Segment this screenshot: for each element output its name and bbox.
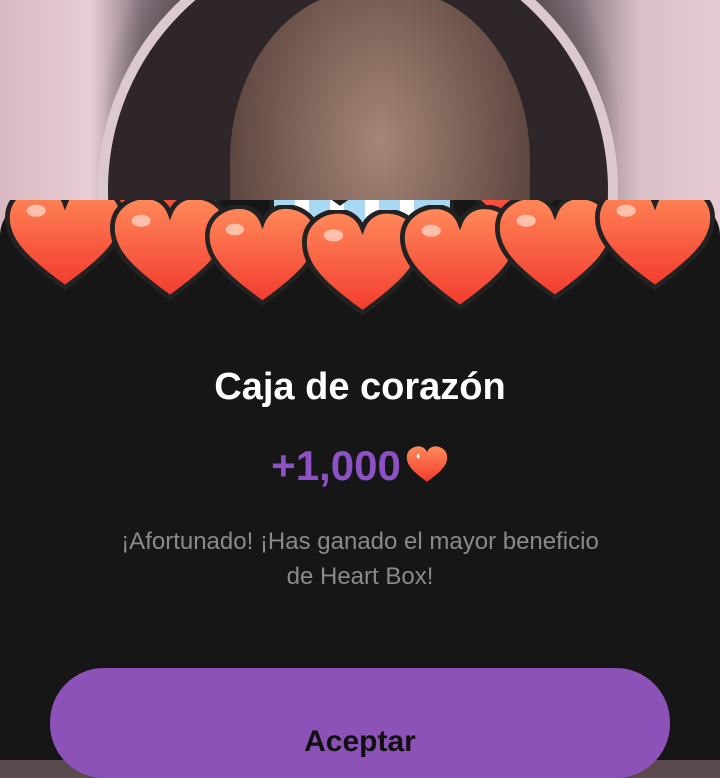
heart-box-dialog: Caja de corazón +1,000 ¡Afortunado! ¡Has… xyxy=(0,200,720,778)
accept-button-label: Aceptar xyxy=(304,725,416,758)
dialog-title: Caja de corazón xyxy=(214,366,506,408)
reward-amount-row: +1,000 xyxy=(0,442,720,496)
dialog-message: ¡Afortunado! ¡Has ganado el mayor benefi… xyxy=(121,528,599,590)
accept-button[interactable]: Aceptar xyxy=(50,668,670,778)
reward-amount: +1,000 xyxy=(271,442,401,489)
heart-icon xyxy=(405,446,449,496)
